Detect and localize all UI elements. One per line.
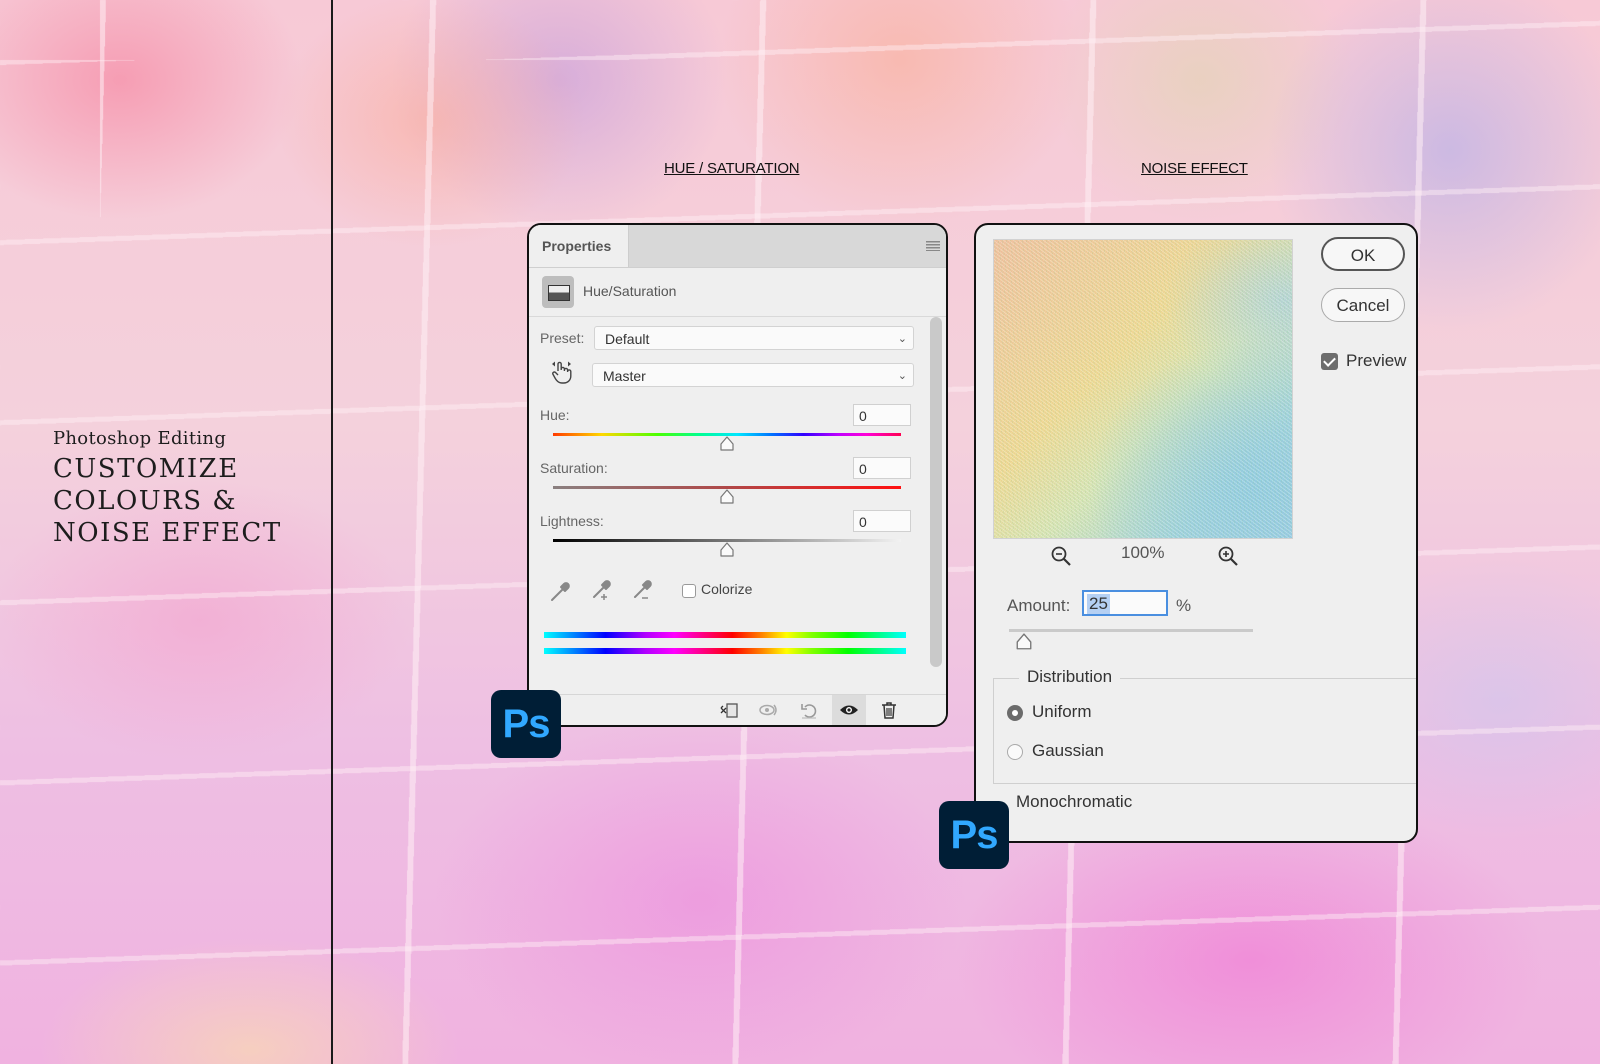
photoshop-badge-icon: Ps — [491, 690, 561, 758]
visibility-toggle[interactable] — [832, 695, 866, 725]
uniform-radio[interactable] — [1007, 705, 1023, 721]
monochromatic-label[interactable]: Monochromatic — [1016, 792, 1132, 812]
headline-line-2: COLOURS & — [53, 486, 237, 516]
properties-panel: Properties Hue/Saturation Preset: Defaul… — [527, 223, 948, 727]
result-color-spectrum-bar — [544, 648, 906, 654]
amount-label: Amount: — [1007, 596, 1071, 615]
panel-scrollbar[interactable] — [930, 317, 942, 667]
zoom-in-icon[interactable] — [1217, 545, 1239, 567]
amount-slider-track[interactable] — [1009, 629, 1253, 632]
hue-saturation-adjustment-icon — [542, 276, 574, 308]
channel-dropdown[interactable]: Master ⌄ — [592, 363, 914, 387]
gaussian-radio[interactable] — [1007, 744, 1023, 760]
headline-block: Photoshop Editing CUSTOMIZE COLOURS & NO… — [53, 428, 282, 549]
noise-preview-image[interactable] — [993, 239, 1293, 539]
amount-value: 25 — [1087, 594, 1110, 614]
view-previous-state-icon[interactable] — [759, 700, 779, 720]
headline-subtitle: Photoshop Editing — [53, 428, 227, 449]
chevron-down-icon: ⌄ — [897, 333, 907, 345]
adjustment-name: Hue/Saturation — [583, 283, 677, 299]
zoom-out-icon[interactable] — [1050, 545, 1072, 567]
hue-label: Hue: — [540, 407, 570, 423]
reset-icon[interactable] — [799, 700, 819, 720]
panel-menu-icon[interactable] — [926, 241, 940, 251]
colorize-checkbox[interactable] — [682, 584, 696, 598]
hue-slider-thumb[interactable] — [719, 436, 734, 451]
amount-slider-thumb[interactable] — [1015, 633, 1032, 650]
chevron-down-icon: ⌄ — [897, 370, 907, 382]
preset-label: Preset: — [540, 330, 585, 346]
targeted-adjustment-hand-icon[interactable] — [549, 359, 575, 385]
ok-button[interactable]: OK — [1321, 237, 1405, 271]
caption-noise-effect: NOISE EFFECT — [1141, 160, 1248, 177]
distribution-label: Distribution — [1019, 667, 1121, 687]
clip-to-layer-icon[interactable] — [719, 700, 739, 720]
zoom-level: 100% — [1121, 543, 1165, 562]
preset-value: Default — [605, 331, 650, 347]
headline-line-3: NOISE EFFECT — [53, 518, 282, 548]
uniform-label: Uniform — [1032, 702, 1092, 721]
amount-input[interactable]: 25 — [1082, 590, 1168, 616]
cancel-button[interactable]: Cancel — [1321, 288, 1405, 322]
amount-unit: % — [1176, 596, 1192, 615]
colorize-label: Colorize — [701, 581, 753, 597]
saturation-slider-thumb[interactable] — [719, 489, 734, 504]
hue-input[interactable]: 0 — [853, 404, 911, 426]
eyedropper-subtract-icon[interactable] — [631, 579, 655, 603]
preview-label: Preview — [1346, 351, 1407, 370]
source-color-spectrum-bar — [544, 632, 906, 638]
lightness-slider-thumb[interactable] — [719, 542, 734, 557]
adjustment-header: Hue/Saturation — [529, 268, 946, 317]
saturation-input[interactable]: 0 — [853, 457, 911, 479]
channel-value: Master — [603, 368, 646, 384]
add-noise-dialog: OK Cancel Preview 100% Amount: 25 % Dist… — [974, 223, 1418, 843]
preset-dropdown[interactable]: Default ⌄ — [594, 326, 914, 350]
tab-properties[interactable]: Properties — [529, 225, 629, 267]
eyedropper-icon[interactable] — [549, 579, 573, 603]
saturation-label: Saturation: — [540, 460, 608, 476]
headline-line-1: CUSTOMIZE — [53, 454, 239, 484]
distribution-group: Distribution Uniform Gaussian — [993, 667, 1416, 784]
preview-checkbox[interactable] — [1321, 353, 1338, 370]
eyedropper-add-icon[interactable] — [590, 579, 614, 603]
photoshop-badge-icon: Ps — [939, 801, 1009, 869]
vertical-divider — [331, 0, 333, 1064]
caption-hue-saturation: HUE / SATURATION — [664, 160, 800, 177]
gaussian-label: Gaussian — [1032, 741, 1104, 760]
lightness-label: Lightness: — [540, 513, 604, 529]
trash-icon[interactable] — [879, 700, 899, 720]
lightness-input[interactable]: 0 — [853, 510, 911, 532]
visibility-eye-icon — [840, 705, 858, 715]
panel-footer — [529, 694, 946, 725]
panel-tab-bar: Properties — [529, 225, 946, 268]
